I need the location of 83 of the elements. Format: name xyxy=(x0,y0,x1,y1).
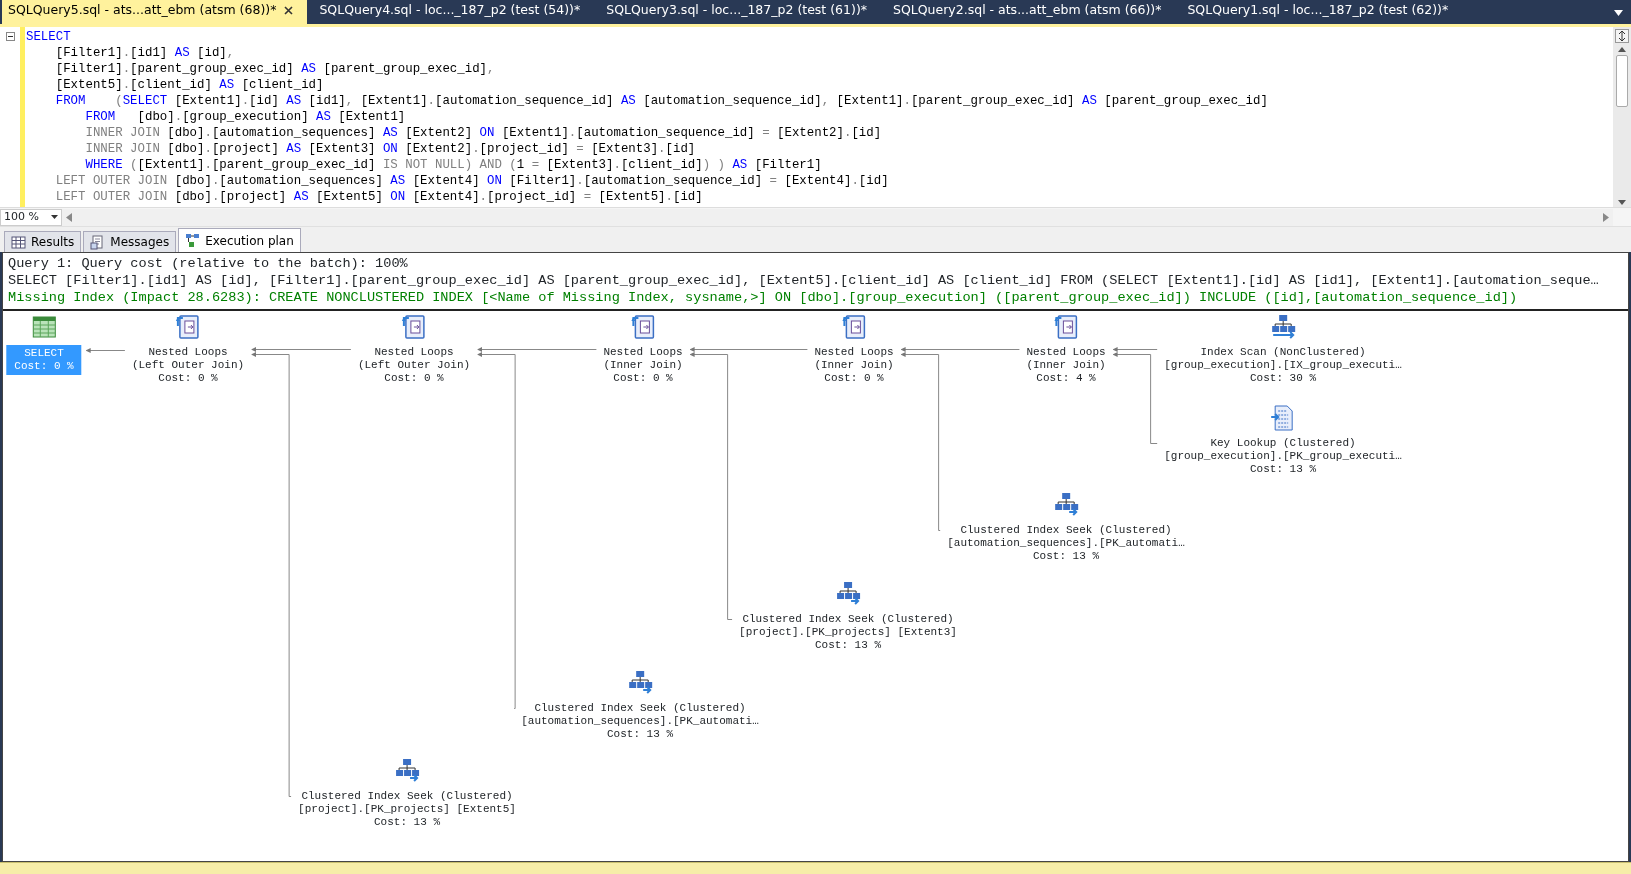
operator-name: Nested Loops xyxy=(147,346,229,359)
document-tab[interactable]: SQLQuery1.sql - loc..._187_p2 (test (62))* xyxy=(1181,0,1463,24)
index-tree-icon[interactable] xyxy=(835,581,861,607)
index-tree-icon[interactable] xyxy=(627,670,653,696)
operator-name: Nested Loops xyxy=(814,346,894,359)
missing-index-text[interactable]: Missing Index (Impact 28.6283): CREATE NONCLUSTERED INDEX [<Name of Missing Index, sysname,>] ON [dbo].[group_execution] ([parent_group_exec_id]) INCLUDE ([id],[automation_sequence_id]) xyxy=(8,289,1623,306)
operator-name: SELECT xyxy=(23,347,65,360)
index-tree-icon[interactable] xyxy=(1270,314,1296,340)
operator-name: Nested Loops xyxy=(603,346,683,359)
operator-name: Clustered Index Seek (Clustered) xyxy=(959,524,1173,537)
operator-name: Key Lookup (Clustered) xyxy=(1209,437,1357,450)
scrollbar-thumb[interactable] xyxy=(1616,55,1628,107)
operator-cost: Cost: 0 % xyxy=(823,372,885,385)
operator-object: [project].[PK_projects] [Extent5] xyxy=(298,803,516,816)
scroll-left-icon[interactable] xyxy=(66,212,72,222)
code-line: LEFT OUTER JOIN [dbo].[automation_sequences] AS [Extent4] ON [Filter1].[automation_sequence_id] = [Extent4].[id] xyxy=(54,173,890,189)
caret-icon[interactable] xyxy=(51,215,58,219)
operator-cost: Cost: 30 % xyxy=(1249,372,1317,385)
code-line: INNER JOIN [dbo].[automation_sequences] AS [Extent2] ON [Extent1].[automation_sequence_id] = [Extent2].[id] xyxy=(84,125,883,141)
operator-object: [group_execution].[IX_group_executi… xyxy=(1164,359,1402,372)
code-line: [Filter1].[id1] AS [id], xyxy=(54,45,236,61)
loop-join-icon[interactable] xyxy=(630,314,656,340)
document-tab[interactable]: SQLQuery3.sql - loc..._187_p2 (test (61))* xyxy=(600,0,882,24)
collapse-icon[interactable] xyxy=(6,32,15,41)
plan-icon xyxy=(185,233,201,248)
code-line: INNER JOIN [dbo].[project] AS [Extent3] ON [Extent2].[project_id] = [Extent3].[id] xyxy=(84,141,697,157)
operator-cost: Cost: 0 % xyxy=(383,372,445,385)
operator-cost: Cost: 0 % xyxy=(612,372,674,385)
operator-object: (Inner Join) xyxy=(603,359,683,372)
operator-cost: Cost: 13 % xyxy=(814,639,882,652)
document-tab[interactable]: SQLQuery5.sql - ats...att_ebm (atsm (68))* xyxy=(2,0,308,24)
result-tab[interactable]: Messages xyxy=(83,231,177,252)
operator-cost: Cost: 0 % xyxy=(157,372,219,385)
operator-object: (Left Outer Join) xyxy=(357,359,471,372)
index-tree-icon[interactable] xyxy=(394,758,420,784)
results-icon xyxy=(11,234,26,250)
operator-cost: Cost: 13 % xyxy=(1032,550,1100,563)
operator-object: [project].[PK_projects] [Extent3] xyxy=(739,626,957,639)
scroll-up-icon[interactable] xyxy=(1617,45,1627,53)
code-line: FROM [dbo].[group_execution] AS [Extent1] xyxy=(84,109,407,125)
zoom-dropdown[interactable]: 100 % xyxy=(0,208,62,226)
operator-name: Clustered Index Seek (Clustered) xyxy=(741,613,955,626)
operator-object: (Inner Join) xyxy=(814,359,894,372)
document-tab[interactable]: SQLQuery2.sql - ats...att_ebm (atsm (66))* xyxy=(887,0,1176,24)
operator-cost: Cost: 13 % xyxy=(373,816,441,829)
messages-icon xyxy=(90,234,106,250)
index-tree-icon[interactable] xyxy=(1053,492,1079,518)
code-line: [Extent5].[client_id] AS [client_id] xyxy=(54,77,325,93)
operator-name: Index Scan (NonClustered) xyxy=(1199,346,1367,359)
operator-name: Nested Loops xyxy=(373,346,455,359)
loop-join-icon[interactable] xyxy=(841,314,867,340)
document-tab[interactable]: SQLQuery4.sql - loc..._187_p2 (test (54))* xyxy=(313,0,595,24)
code-line: LEFT OUTER JOIN [dbo].[project] AS [Extent5] ON [Extent4].[project_id] = [Extent5].[id] xyxy=(54,189,704,205)
operator-object: [automation_sequences].[PK_automati… xyxy=(521,715,759,728)
split-handle-icon[interactable] xyxy=(1615,29,1629,43)
operator-object: [automation_sequences].[PK_automati… xyxy=(947,537,1185,550)
statement-text: SELECT [Filter1].[id1] AS [id], [Filter1].[parent_group_exec_id] AS [parent_group_exec_id], [Extent5].[client_id] AS [client_id] FROM (SELECT [Extent1].[id] AS [id1], [Extent1].[automation_seque… xyxy=(8,272,1600,289)
document-icon[interactable] xyxy=(1270,405,1296,431)
loop-join-icon[interactable] xyxy=(1053,314,1079,340)
operator-cost: Cost: 13 % xyxy=(606,728,674,741)
operator-object: (Inner Join) xyxy=(1026,359,1106,372)
operator-cost: Cost: 13 % xyxy=(1249,463,1317,476)
loop-join-icon[interactable] xyxy=(175,314,201,340)
code-line: SELECT xyxy=(26,29,72,45)
result-tab[interactable]: Execution plan xyxy=(178,228,301,252)
close-icon[interactable] xyxy=(284,6,294,16)
code-line: FROM (SELECT [Extent1].[id] AS [id1], [Extent1].[automation_sequence_id] AS [automation_sequence_id], [Extent1].[parent_group_exec_id] AS [parent_group_exec_id] xyxy=(54,93,1269,109)
query-cost-text: Query 1: Query cost (relative to the batch): 100% xyxy=(8,255,409,272)
loop-join-icon[interactable] xyxy=(401,314,427,340)
result-tab[interactable]: Results xyxy=(4,231,82,252)
scroll-right-icon[interactable] xyxy=(1603,212,1609,222)
operator-name: Clustered Index Seek (Clustered) xyxy=(533,702,747,715)
code-line: [Filter1].[parent_group_exec_id] AS [parent_group_exec_id], xyxy=(54,61,496,77)
operator-object: [group_execution].[PK_group_executi… xyxy=(1164,450,1402,463)
connector-arrow xyxy=(85,348,126,353)
operator-name: Clustered Index Seek (Clustered) xyxy=(300,790,514,803)
operator-cost: Cost: 4 % xyxy=(1035,372,1097,385)
operator-name: Nested Loops xyxy=(1026,346,1106,359)
operator-object: (Left Outer Join) xyxy=(131,359,245,372)
tab-list-dropdown-icon[interactable] xyxy=(1614,10,1623,16)
table-icon[interactable] xyxy=(31,314,57,340)
operator-cost: Cost: 0 % xyxy=(14,360,74,373)
code-line: WHERE ([Extent1].[parent_group_exec_id] IS NOT NULL) AND (1 = [Extent3].[client_id]) ) AS [Filter1] xyxy=(84,157,823,173)
